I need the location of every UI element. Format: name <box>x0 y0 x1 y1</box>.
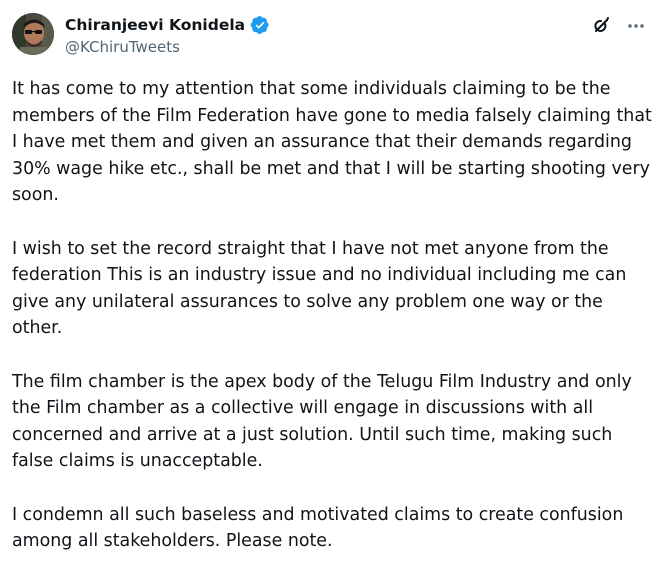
tweet-card: Chiranjeevi Konidela @KChiruTweets It ha… <box>0 0 658 551</box>
author-block: Chiranjeevi Konidela @KChiruTweets <box>65 14 270 56</box>
name-row: Chiranjeevi Konidela <box>65 14 270 36</box>
tweet-paragraph: The film chamber is the apex body of the… <box>12 371 632 472</box>
tweet-paragraph: I wish to set the record straight that I… <box>12 238 627 339</box>
verified-badge-icon <box>250 15 270 35</box>
more-icon[interactable] <box>626 16 646 36</box>
tweet-paragraph: It has come to my attention that some in… <box>12 79 652 205</box>
grok-icon[interactable] <box>592 16 612 36</box>
handle[interactable]: @KChiruTweets <box>65 38 270 56</box>
tweet-text: It has come to my attention that some in… <box>12 76 652 582</box>
avatar[interactable] <box>12 13 54 55</box>
display-name[interactable]: Chiranjeevi Konidela <box>65 16 245 34</box>
top-actions <box>592 16 646 36</box>
